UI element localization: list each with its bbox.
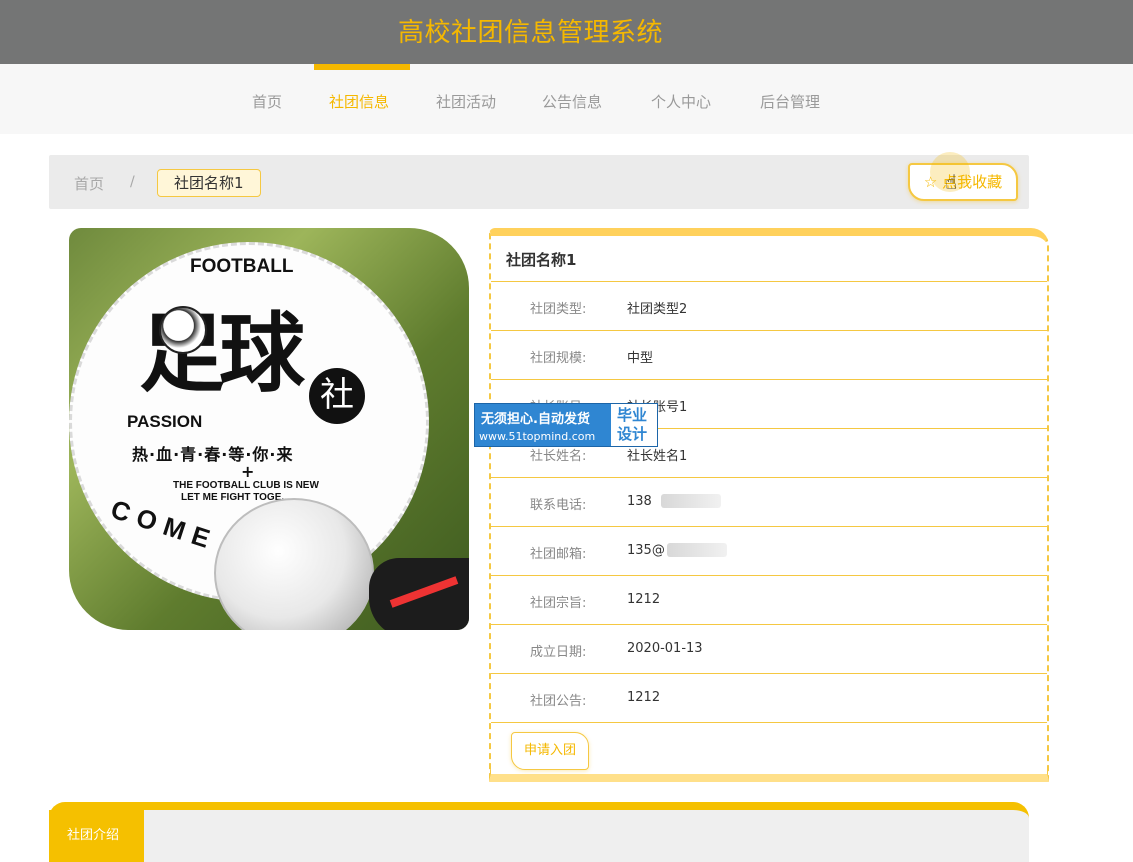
breadcrumb: 首页 / 社团名称1 ☆ 点我收藏 bbox=[49, 155, 1029, 209]
nav-item-home[interactable]: 首页 bbox=[252, 91, 282, 112]
main-nav: 首页 社团信息 社团活动 公告信息 个人中心 后台管理 bbox=[0, 64, 1133, 134]
info-value: 中型 bbox=[627, 351, 654, 366]
tab-club-description[interactable]: 社团介绍 bbox=[49, 810, 144, 862]
poster-seal: 社 bbox=[309, 368, 365, 424]
soccer-ball-icon bbox=[159, 306, 207, 354]
nav-item-club-info[interactable]: 社团信息 bbox=[329, 91, 389, 112]
nav-item-admin[interactable]: 后台管理 bbox=[760, 91, 820, 112]
nav-item-announcements[interactable]: 公告信息 bbox=[542, 91, 602, 112]
info-row-type: 社团类型: 社团类型2 bbox=[491, 282, 1047, 331]
watermark-url: www.51topmind.com bbox=[479, 430, 596, 443]
top-bar: 高校社团信息管理系统 bbox=[0, 0, 1133, 64]
info-value: 135@ bbox=[627, 543, 665, 558]
poster-plus: + bbox=[241, 462, 255, 481]
nav-item-personal-center[interactable]: 个人中心 bbox=[651, 91, 711, 112]
info-label: 社团公告: bbox=[530, 694, 587, 709]
redacted-blur bbox=[667, 543, 727, 557]
club-description-panel: 社团介绍 bbox=[49, 802, 1029, 862]
watermark-banner: 无须担心.自动发货 www.51topmind.com 毕业 设计 bbox=[474, 403, 658, 447]
info-row-founded-date: 成立日期: 2020-01-13 bbox=[491, 625, 1047, 674]
info-row-size: 社团规模: 中型 bbox=[491, 331, 1047, 380]
info-label: 联系电话: bbox=[530, 498, 587, 513]
info-row-phone: 联系电话: 138 bbox=[491, 478, 1047, 527]
info-label: 社团规模: bbox=[530, 351, 587, 366]
watermark-side-line1: 毕业 bbox=[617, 406, 648, 424]
nav-item-club-activities[interactable]: 社团活动 bbox=[436, 91, 496, 112]
breadcrumb-separator: / bbox=[130, 174, 135, 190]
info-value: 社团类型2 bbox=[627, 302, 688, 317]
info-value: 1212 bbox=[627, 690, 661, 705]
info-label: 社长姓名: bbox=[530, 449, 587, 464]
poster-big-characters: 足球 bbox=[139, 303, 305, 404]
info-label: 社团邮箱: bbox=[530, 547, 587, 562]
info-row-email: 社团邮箱: 135@ bbox=[491, 527, 1047, 576]
poster-english-line1: THE FOOTBALL CLUB IS NEW bbox=[173, 480, 319, 491]
club-name-header: 社团名称1 bbox=[491, 236, 1047, 282]
info-value: 138 bbox=[627, 494, 652, 509]
watermark-side-line2: 设计 bbox=[617, 425, 648, 443]
apply-join-button[interactable]: 申请入团 bbox=[511, 732, 589, 770]
watermark-line1: 无须担心.自动发货 bbox=[481, 412, 590, 427]
redacted-blur bbox=[661, 494, 721, 508]
nav-active-indicator bbox=[314, 64, 410, 70]
info-value: 2020-01-13 bbox=[627, 641, 703, 656]
info-label: 社团宗旨: bbox=[530, 596, 587, 611]
club-name: 社团名称1 bbox=[506, 251, 577, 269]
info-label: 成立日期: bbox=[530, 645, 587, 660]
club-info-card: 社团名称1 社团类型: 社团类型2 社团规模: 中型 社长账号: 社长账号1 社… bbox=[489, 228, 1049, 782]
site-title: 高校社团信息管理系统 bbox=[398, 18, 664, 48]
hand-cursor-icon: ☝ bbox=[945, 170, 958, 194]
info-row-purpose: 社团宗旨: 1212 bbox=[491, 576, 1047, 625]
poster-football-text: FOOTBALL bbox=[190, 256, 294, 277]
breadcrumb-current: 社团名称1 bbox=[157, 169, 261, 197]
poster-slogan: 热·血·青·春·等·你·来 bbox=[132, 445, 294, 464]
poster-passion-text: PASSION bbox=[127, 412, 203, 431]
info-value: 1212 bbox=[627, 592, 661, 607]
watermark-side: 毕业 设计 bbox=[611, 404, 657, 446]
club-image: FOOTBALL 足球 社 PASSION 热·血·青·春·等·你·来 + TH… bbox=[69, 228, 469, 630]
info-label: 社团类型: bbox=[530, 302, 587, 317]
info-value: 社长姓名1 bbox=[627, 449, 688, 464]
info-row-announcement: 社团公告: 1212 bbox=[491, 674, 1047, 723]
breadcrumb-home-link[interactable]: 首页 bbox=[74, 173, 104, 194]
